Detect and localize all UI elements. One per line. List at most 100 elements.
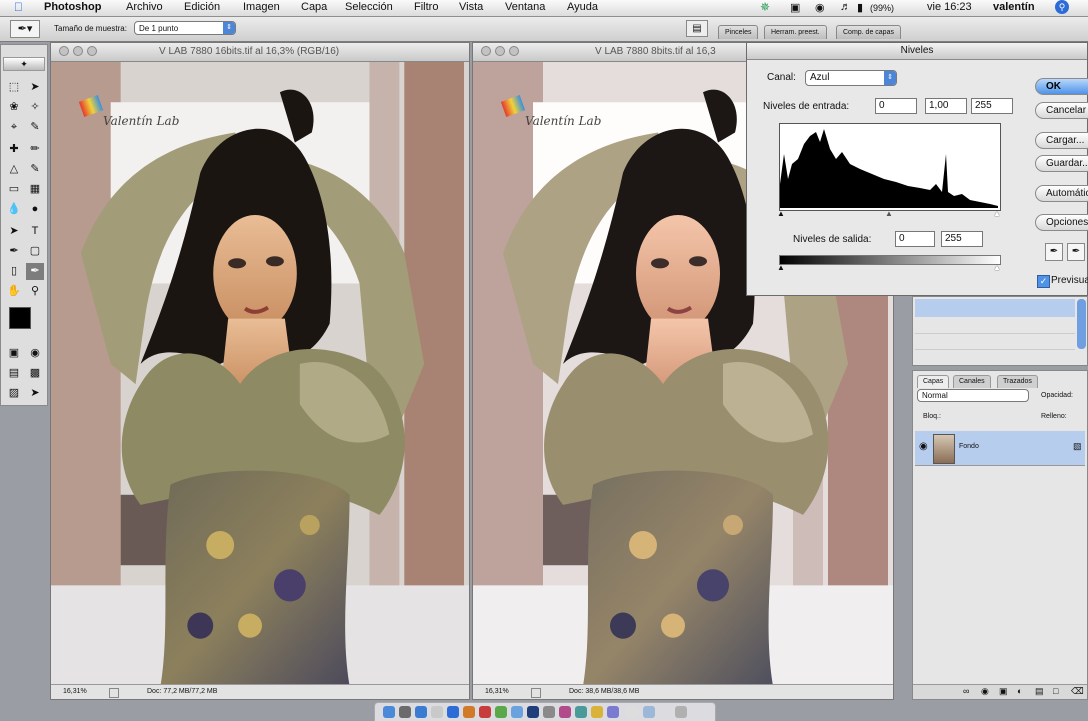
- dock-app-icon[interactable]: [591, 706, 603, 718]
- cancel-button[interactable]: Cancelar: [1035, 102, 1088, 119]
- bluetooth-icon[interactable]: ✵: [760, 0, 770, 14]
- menu-capa[interactable]: Capa: [301, 1, 327, 13]
- photo-canvas-16bits[interactable]: Valentín Lab: [51, 62, 469, 684]
- load-button[interactable]: Cargar...: [1035, 132, 1088, 149]
- tab-comp-capas[interactable]: Comp. de capas: [836, 25, 901, 39]
- dock-app-icon[interactable]: [543, 706, 555, 718]
- shape-icon[interactable]: ▢: [26, 243, 44, 260]
- output-black-slider[interactable]: ▲: [777, 263, 785, 272]
- photoshop-icon[interactable]: [527, 706, 539, 718]
- folder-icon[interactable]: ▤: [1035, 686, 1044, 697]
- eraser-icon[interactable]: ▭: [5, 181, 23, 198]
- pen-icon[interactable]: ✒: [5, 243, 23, 260]
- tab-trazados[interactable]: Trazados: [997, 375, 1038, 388]
- input-white-field[interactable]: 255: [971, 98, 1013, 114]
- menu-ventana[interactable]: Ventana: [505, 1, 545, 13]
- options-button[interactable]: Opciones...: [1035, 214, 1088, 231]
- standard-mode-icon[interactable]: ▣: [5, 345, 23, 362]
- zoom-window-icon[interactable]: [87, 46, 97, 56]
- mail-icon[interactable]: [431, 706, 443, 718]
- preview-checkbox[interactable]: ✓: [1037, 275, 1050, 288]
- dock-app-icon[interactable]: [575, 706, 587, 718]
- menu-imagen[interactable]: Imagen: [243, 1, 280, 13]
- auto-button[interactable]: Automático: [1035, 185, 1088, 202]
- wifi-icon[interactable]: ◉: [815, 1, 825, 14]
- menu-filtro[interactable]: Filtro: [414, 1, 438, 13]
- blend-mode-select[interactable]: Normal: [917, 389, 1029, 402]
- gray-point-eyedropper-icon[interactable]: ✒: [1067, 243, 1085, 261]
- link-icon[interactable]: ∞: [963, 686, 969, 696]
- foreground-color-swatch[interactable]: [9, 307, 31, 329]
- battery-icon[interactable]: ▮: [857, 1, 863, 14]
- apple-icon[interactable]: : [14, 0, 23, 14]
- move-icon[interactable]: ➤: [26, 79, 44, 96]
- file-browser-icon[interactable]: ▤: [686, 20, 708, 37]
- black-point-eyedropper-icon[interactable]: ✒: [1045, 243, 1063, 261]
- sample-size-select[interactable]: De 1 punto ⇕: [134, 21, 236, 35]
- status-menu-icon[interactable]: [531, 688, 541, 698]
- display-icon[interactable]: ▣: [790, 1, 800, 14]
- history-row[interactable]: [915, 319, 1075, 334]
- dodge-icon[interactable]: ●: [26, 201, 44, 218]
- zoom-level[interactable]: 16,31%: [63, 685, 87, 699]
- healing-brush-icon[interactable]: ✚: [5, 141, 23, 158]
- user-name[interactable]: valentín: [993, 1, 1035, 13]
- input-black-field[interactable]: 0: [875, 98, 917, 114]
- history-row[interactable]: [915, 335, 1075, 350]
- brush-icon[interactable]: ✏: [26, 141, 44, 158]
- lasso-icon[interactable]: ❀: [5, 99, 23, 116]
- layer-style-icon[interactable]: ◉: [981, 686, 989, 697]
- menu-ayuda[interactable]: Ayuda: [567, 1, 598, 13]
- menu-edicion[interactable]: Edición: [184, 1, 220, 13]
- blur-icon[interactable]: 💧: [5, 201, 23, 218]
- ichat-icon[interactable]: [447, 706, 459, 718]
- dock-app-icon[interactable]: [495, 706, 507, 718]
- slice-icon[interactable]: ✎: [26, 119, 44, 136]
- spotlight-icon[interactable]: ⚲: [1055, 0, 1069, 14]
- save-button[interactable]: Guardar...: [1035, 155, 1088, 172]
- address-book-icon[interactable]: [463, 706, 475, 718]
- tab-capas[interactable]: Capas: [917, 375, 950, 388]
- channel-select[interactable]: Azul ⇕: [805, 70, 897, 86]
- type-icon[interactable]: T: [26, 223, 44, 240]
- screen-mode-full-black-icon[interactable]: ▨: [5, 385, 23, 402]
- eyedropper-tool-preset-icon[interactable]: ✒▾: [10, 20, 40, 38]
- zoom-icon[interactable]: ⚲: [26, 283, 44, 300]
- safari-icon[interactable]: [415, 706, 427, 718]
- dock-app-icon[interactable]: [607, 706, 619, 718]
- calendar-icon[interactable]: [479, 706, 491, 718]
- eyedropper-icon[interactable]: ✒: [26, 263, 44, 280]
- zoom-level[interactable]: 16,31%: [485, 685, 509, 699]
- input-gamma-slider[interactable]: ▲: [885, 209, 893, 218]
- close-icon[interactable]: [59, 46, 69, 56]
- close-icon[interactable]: [481, 46, 491, 56]
- mask-icon[interactable]: ▣: [999, 686, 1008, 697]
- screen-mode-standard-icon[interactable]: ▤: [5, 365, 23, 382]
- zoom-window-icon[interactable]: [509, 46, 519, 56]
- history-scrollbar[interactable]: [1077, 299, 1086, 349]
- clock[interactable]: vie 16:23: [927, 1, 972, 13]
- dock-app-icon[interactable]: [559, 706, 571, 718]
- screen-mode-full-icon[interactable]: ▩: [26, 365, 44, 382]
- notes-icon[interactable]: ▯: [5, 263, 23, 280]
- input-black-slider[interactable]: ▲: [777, 209, 785, 218]
- minimize-icon[interactable]: [73, 46, 83, 56]
- menu-archivo[interactable]: Archivo: [126, 1, 163, 13]
- marquee-icon[interactable]: ⬚: [5, 79, 23, 96]
- history-brush-icon[interactable]: ✎: [26, 161, 44, 178]
- status-menu-icon[interactable]: [109, 688, 119, 698]
- new-layer-icon[interactable]: □: [1053, 686, 1058, 696]
- output-white-field[interactable]: 255: [941, 231, 983, 247]
- tab-herram-preest[interactable]: Herram. preest.: [764, 25, 827, 39]
- tab-canales[interactable]: Canales: [953, 375, 991, 388]
- trash-icon[interactable]: ⌫: [1071, 686, 1084, 697]
- menu-vista[interactable]: Vista: [459, 1, 483, 13]
- dock-app-icon[interactable]: [625, 706, 637, 718]
- imageready-icon[interactable]: ➤: [26, 385, 44, 402]
- eye-icon[interactable]: ◉: [919, 441, 928, 452]
- document-titlebar[interactable]: V LAB 7880 16bits.tif al 16,3% (RGB/16): [51, 43, 469, 62]
- app-menu[interactable]: Photoshop: [44, 1, 101, 13]
- volume-icon[interactable]: ♬: [840, 1, 851, 13]
- layer-row-fondo[interactable]: ◉ Fondo ▧: [915, 431, 1085, 466]
- tab-pinceles[interactable]: Pinceles: [718, 25, 759, 39]
